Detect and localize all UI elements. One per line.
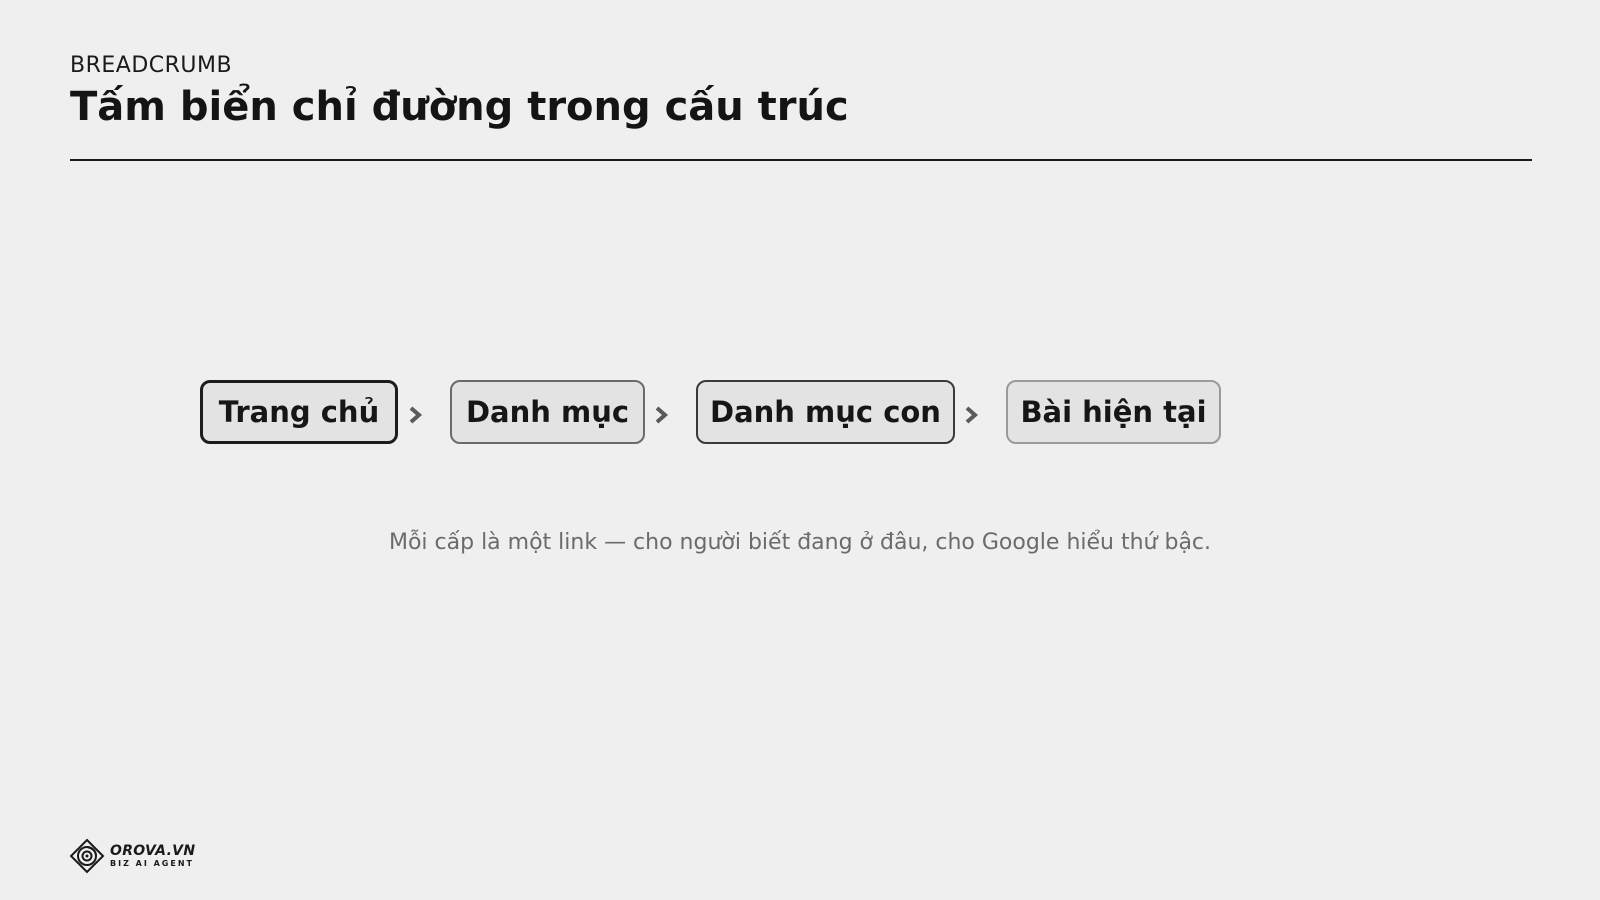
orova-logo-icon — [69, 838, 105, 874]
logo-wordmark: OROVA.VN BIZ AI AGENT — [110, 844, 195, 868]
breadcrumb-item-subcategory[interactable]: Danh mục con — [696, 380, 955, 444]
page-title: Tấm biển chỉ đường trong cấu trúc — [70, 84, 849, 130]
brand-logo: OROVA.VN BIZ AI AGENT — [69, 838, 195, 874]
title-divider — [70, 159, 1532, 161]
logo-tagline: BIZ AI AGENT — [110, 859, 194, 868]
chevron-right-icon — [965, 406, 979, 424]
chevron-right-icon — [655, 406, 669, 424]
breadcrumb-item-home[interactable]: Trang chủ — [200, 380, 398, 444]
breadcrumb-item-current: Bài hiện tại — [1006, 380, 1221, 444]
logo-name: OROVA.VN — [110, 843, 196, 859]
section-eyebrow: BREADCRUMB — [70, 53, 233, 78]
caption-text: Mỗi cấp là một link — cho người biết đan… — [388, 530, 1212, 555]
slide: BREADCRUMB Tấm biển chỉ đường trong cấu … — [0, 0, 1600, 900]
chevron-right-icon — [409, 406, 423, 424]
breadcrumb-item-category[interactable]: Danh mục — [450, 380, 645, 444]
